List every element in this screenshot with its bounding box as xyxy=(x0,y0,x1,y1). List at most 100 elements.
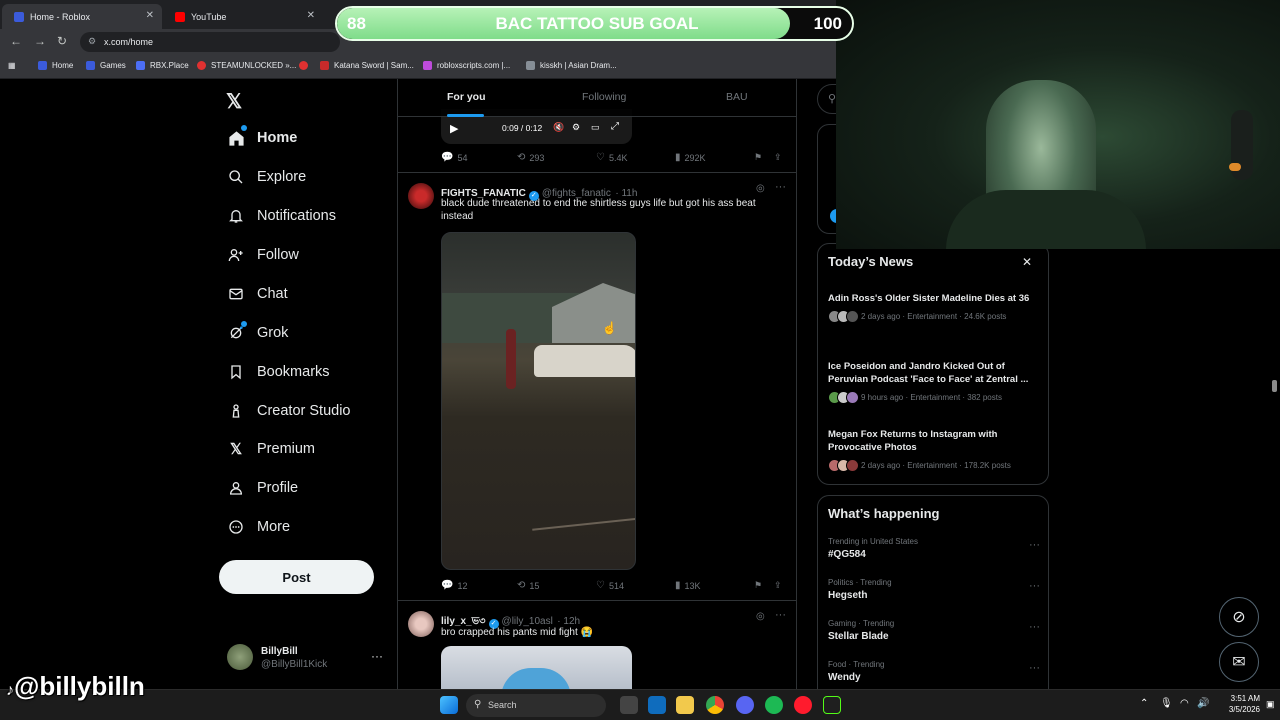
more-options-icon[interactable]: ··· xyxy=(1029,539,1040,551)
spotify-icon[interactable] xyxy=(765,696,783,714)
microphone-icon[interactable]: 🎙 xyxy=(1160,698,1173,709)
pip-icon[interactable]: ▭ xyxy=(591,122,600,133)
discord-icon[interactable] xyxy=(736,696,754,714)
repost-button[interactable]: ⟲ 293 xyxy=(517,152,544,163)
tab-bau[interactable]: BAU xyxy=(726,91,748,103)
chrome-icon[interactable] xyxy=(706,696,724,714)
trend-item[interactable]: Trending in United States #QG584 ··· xyxy=(828,537,1040,560)
nav-chat[interactable]: Chat xyxy=(227,285,288,303)
messages-fab-icon[interactable]: ✉ xyxy=(1219,642,1259,682)
nav-profile[interactable]: Profile xyxy=(227,479,298,497)
file-explorer-icon[interactable] xyxy=(676,696,694,714)
todays-news-panel: Today’s News ✕ Adin Ross's Older Sister … xyxy=(817,243,1049,485)
site-info-icon[interactable]: ⚙ xyxy=(88,36,96,47)
account-more-icon[interactable]: ··· xyxy=(371,649,383,663)
nav-grok[interactable]: Grok xyxy=(227,324,288,342)
trend-item[interactable]: Politics · Trending Hegseth ··· xyxy=(828,578,1040,601)
nav-follow[interactable]: Follow xyxy=(227,246,299,264)
trend-item[interactable]: Food · Trending Wendy ··· xyxy=(828,660,1040,683)
bookmark-button[interactable]: ⚑ xyxy=(754,152,762,163)
bookmark-item[interactable]: Home xyxy=(38,61,73,70)
wifi-icon[interactable]: ◠ xyxy=(1180,698,1189,709)
mute-icon[interactable]: 🔇 xyxy=(553,122,564,133)
apps-grid-icon[interactable]: ▦ xyxy=(8,61,16,70)
system-clock[interactable]: 3:51 AM 3/5/2026 xyxy=(1210,693,1260,715)
taskbar-search[interactable]: ⚲ Search xyxy=(466,694,606,717)
address-bar[interactable]: ⚙ x.com/home xyxy=(80,32,340,52)
grok-icon[interactable]: ◎ xyxy=(756,183,765,194)
avatar[interactable] xyxy=(408,183,434,209)
home-unread-dot xyxy=(241,125,247,131)
windows-start-icon[interactable] xyxy=(440,696,458,714)
post-button[interactable]: Post xyxy=(219,560,374,594)
heart-icon: ♡ xyxy=(596,580,605,591)
trend-item[interactable]: Gaming · Trending Stellar Blade ··· xyxy=(828,619,1040,642)
reply-button[interactable]: 💬 54 xyxy=(441,152,467,163)
browser-tab-roblox[interactable]: Home - Roblox ✕ xyxy=(2,4,162,29)
scrollbar[interactable] xyxy=(1272,380,1277,392)
opera-gx-icon[interactable] xyxy=(794,696,812,714)
share-icon[interactable]: ⇪ xyxy=(774,580,782,591)
like-button[interactable]: ♡ 5.4K xyxy=(596,152,627,163)
browser-tab-youtube[interactable]: YouTube ✕ xyxy=(163,4,323,29)
views-button[interactable]: ▮ 292K xyxy=(675,152,706,163)
reply-button[interactable]: 💬 12 xyxy=(441,580,467,591)
tweet-video[interactable]: ☝ xyxy=(441,232,636,570)
video-person xyxy=(506,329,516,389)
task-view-icon[interactable] xyxy=(620,696,638,714)
more-options-icon[interactable]: ··· xyxy=(775,609,786,621)
close-icon[interactable]: ✕ xyxy=(1022,255,1032,269)
account-switcher[interactable]: BillyBill @BillyBill1Kick ··· xyxy=(227,644,387,674)
nav-notifications[interactable]: Notifications xyxy=(227,207,336,225)
news-item[interactable]: Megan Fox Returns to Instagram with Prov… xyxy=(828,428,1040,472)
views-button[interactable]: ▮ 13K xyxy=(675,580,701,591)
bookmark-item[interactable]: RBX.Place xyxy=(136,61,189,70)
widgets-icon[interactable] xyxy=(648,696,666,714)
bookmark-item[interactable]: Games xyxy=(86,61,126,70)
nav-explore[interactable]: Explore xyxy=(227,168,306,186)
close-tab-icon[interactable]: ✕ xyxy=(146,10,154,21)
nav-home[interactable]: Home xyxy=(227,129,297,147)
nav-label: Follow xyxy=(257,247,299,263)
bookmark-item[interactable] xyxy=(299,61,313,70)
close-tab-icon[interactable]: ✕ xyxy=(307,10,315,21)
nav-more[interactable]: More xyxy=(227,518,290,536)
nav-creator-studio[interactable]: Creator Studio xyxy=(227,402,351,420)
timeline-feed[interactable]: ▶ 0:09 / 0:12 🔇 ⚙ ▭ ⤢ 💬 54 ⟲ 293 ♡ 5.4K ▮ 29… xyxy=(397,79,797,720)
tab-following[interactable]: Following xyxy=(582,91,626,103)
settings-icon[interactable]: ⚙ xyxy=(572,122,580,133)
nav-premium[interactable]: 𝕏 Premium xyxy=(227,440,315,458)
notifications-icon[interactable]: ▣ xyxy=(1266,699,1275,710)
bookmark-button[interactable]: ⚑ xyxy=(754,580,762,591)
forward-icon[interactable]: → xyxy=(34,34,46,48)
avatar[interactable] xyxy=(408,611,434,637)
x-logo-icon[interactable]: 𝕏 xyxy=(226,89,242,114)
kick-app-icon[interactable] xyxy=(823,696,841,714)
tweet[interactable]: FIGHTS_FANATIC ✓ @fights_fanatic · 11h ◎ ·… xyxy=(398,172,796,600)
nav-bookmarks[interactable]: Bookmarks xyxy=(227,363,330,381)
streamer-webcam xyxy=(836,0,1280,249)
bookmark-item[interactable]: STEAMUNLOCKED »... xyxy=(197,61,296,70)
bookmark-item[interactable]: kisskh | Asian Dram... xyxy=(526,61,617,70)
grok-fab-icon[interactable]: ⊘ xyxy=(1219,597,1259,637)
more-options-icon[interactable]: ··· xyxy=(775,181,786,193)
grok-icon[interactable]: ◎ xyxy=(756,611,765,622)
back-icon[interactable]: ← xyxy=(10,34,22,48)
fullscreen-icon[interactable]: ⤢ xyxy=(611,121,619,132)
reload-icon[interactable]: ↻ xyxy=(57,34,67,48)
more-options-icon[interactable]: ··· xyxy=(1029,621,1040,633)
like-button[interactable]: ♡ 514 xyxy=(596,580,624,591)
tab-for-you[interactable]: For you xyxy=(447,91,486,103)
news-item[interactable]: Adin Ross's Older Sister Madeline Dies a… xyxy=(828,292,1040,323)
more-options-icon[interactable]: ··· xyxy=(1029,662,1040,674)
tray-chevron-icon[interactable]: ⌃ xyxy=(1140,698,1148,709)
more-options-icon[interactable]: ··· xyxy=(1029,580,1040,592)
nav-label: More xyxy=(257,519,291,535)
news-item[interactable]: Ice Poseidon and Jandro Kicked Out of Pe… xyxy=(828,360,1040,404)
repost-button[interactable]: ⟲ 15 xyxy=(517,580,539,591)
play-icon[interactable]: ▶ xyxy=(450,122,458,135)
volume-icon[interactable]: 🔊 xyxy=(1197,698,1209,709)
share-icon[interactable]: ⇪ xyxy=(774,152,782,163)
bookmark-item[interactable]: Katana Sword | Sam... xyxy=(320,61,414,70)
bookmark-item[interactable]: robloxscripts.com |... xyxy=(423,61,510,70)
